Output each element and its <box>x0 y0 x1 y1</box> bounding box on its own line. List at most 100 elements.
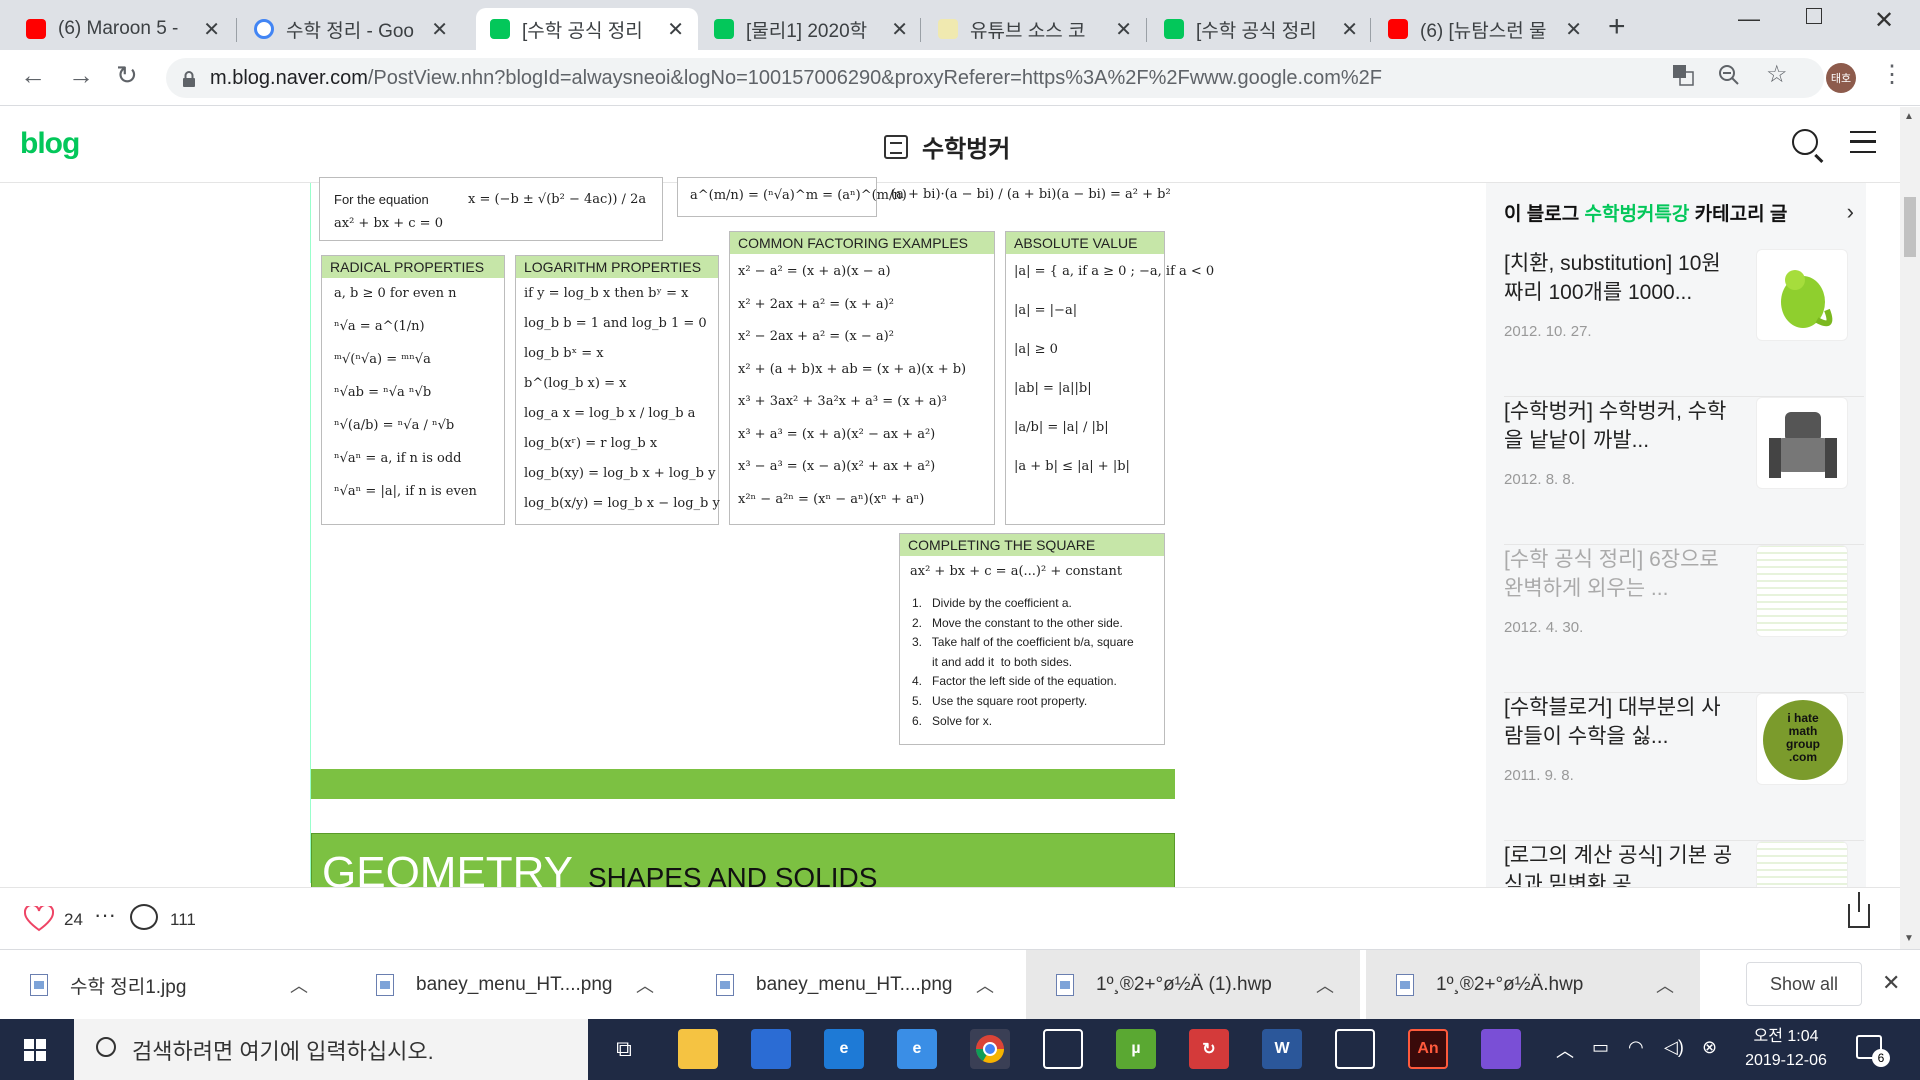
utorrent-icon[interactable]: µ <box>1116 1029 1156 1069</box>
tray-chevron-icon[interactable]: ︿ <box>1556 1037 1574 1063</box>
zoom-icon[interactable] <box>1718 64 1740 92</box>
new-tab-button[interactable]: + <box>1608 10 1626 44</box>
chrome-menu-icon[interactable]: ⋮ <box>1880 60 1904 89</box>
close-tab-icon[interactable]: ✕ <box>1115 17 1132 42</box>
address-bar[interactable]: m.blog.naver.com/PostView.nhn?blogId=alw… <box>166 58 1824 98</box>
log-line: b^(log_b x) = x <box>524 376 627 391</box>
volume-icon[interactable]: ◁) <box>1664 1037 1684 1058</box>
chevron-up-icon[interactable]: ︿ <box>1656 972 1674 998</box>
google-icon <box>254 19 274 39</box>
restore-button[interactable] <box>1806 8 1822 24</box>
more-dots-icon[interactable]: ··· <box>94 902 116 928</box>
close-tab-icon[interactable]: ✕ <box>431 17 448 42</box>
chameleon-thumb <box>1756 249 1848 341</box>
blog-title[interactable]: 수학벙커 <box>884 129 1010 164</box>
maps-pin-icon[interactable] <box>1481 1029 1521 1069</box>
mail-icon[interactable] <box>1043 1029 1083 1069</box>
close-shelf-icon[interactable]: ✕ <box>1882 970 1900 996</box>
tab-separator <box>236 18 237 42</box>
section-divider-bar <box>311 769 1175 799</box>
photos-icon[interactable] <box>1335 1029 1375 1069</box>
bookmark-star-icon[interactable]: ☆ <box>1766 60 1788 89</box>
wifi-icon[interactable]: ◠ <box>1628 1037 1644 1058</box>
share-icon[interactable] <box>1848 892 1870 928</box>
battery-icon[interactable]: ▭ <box>1592 1037 1609 1058</box>
translate-icon[interactable] <box>1672 64 1694 92</box>
tab-0[interactable]: (6) Maroon 5 - ✕ <box>12 8 234 50</box>
fact-line: x³ + a³ = (x + a)(x² − ax + a²) <box>738 426 936 442</box>
sync-icon[interactable]: ↻ <box>1189 1029 1229 1069</box>
chevron-up-icon[interactable]: ︿ <box>976 972 994 998</box>
search-icon <box>96 1037 116 1057</box>
sidebar-heading[interactable]: 이 블로그 수학벙커특강 카테고리 글 <box>1504 199 1787 226</box>
minimize-button[interactable]: — <box>1738 6 1760 32</box>
tab-3[interactable]: [물리1] 2020학 ✕ <box>700 8 922 50</box>
tab-6[interactable]: (6) [뉴탐스런 물 ✕ <box>1374 8 1596 50</box>
task-view-icon[interactable]: ⧉ <box>604 1029 644 1069</box>
fact-line: x² + 2ax + a² = (x + a)² <box>738 296 894 312</box>
page-scrollbar[interactable]: ▲ ▼ <box>1900 107 1920 949</box>
forward-button[interactable]: → <box>68 60 94 91</box>
scroll-down-arrow-icon[interactable]: ▼ <box>1904 933 1914 944</box>
download-item[interactable]: 1º¸®2+°ø½Ä (1).hwp ︿ <box>1026 950 1360 1020</box>
sidebar-post-item[interactable]: [수학 공식 정리] 6장으로 완벽하게 외우는 ... 2012. 4. 30. <box>1504 545 1864 693</box>
ihatemath-thumb: i hate math group .com <box>1756 693 1848 785</box>
tab-strip: (6) Maroon 5 - ✕ 수학 정리 - Goo ✕ [수학 공식 정리 ✕ [물리… <box>0 0 1920 50</box>
download-item[interactable]: 수학 정리1.jpg ︿ <box>0 950 334 1020</box>
chevron-up-icon[interactable]: ︿ <box>636 972 654 998</box>
close-tab-icon[interactable]: ✕ <box>203 17 220 42</box>
tab-5[interactable]: [수학 공식 정리 ✕ <box>1150 8 1372 50</box>
file-explorer-icon[interactable] <box>678 1029 718 1069</box>
download-item[interactable]: 1º¸®2+°ø½Ä.hwp ︿ <box>1366 950 1700 1020</box>
close-tab-icon[interactable]: ✕ <box>1565 17 1582 42</box>
internet-explorer-icon[interactable]: e <box>897 1029 937 1069</box>
network-off-icon[interactable]: ⊗ <box>1702 1037 1717 1058</box>
taskbar-search-box[interactable]: 검색하려면 여기에 입력하십시오. <box>74 1019 588 1080</box>
square-step: 2. Move the constant to the other side. <box>912 615 1123 630</box>
animate-icon[interactable]: An <box>1408 1029 1448 1069</box>
completing-square-header: COMPLETING THE SQUARE <box>900 534 1164 556</box>
reload-button[interactable]: ↻ <box>116 60 138 91</box>
log-line: log_b bˣ = x <box>524 346 604 361</box>
sidebar-post-item[interactable]: [수학벙커] 수학벙커, 수학을 낱낱이 까발... 2012. 8. 8. <box>1504 397 1864 545</box>
category-sidebar: 이 블로그 수학벙커특강 카테고리 글 › [치환, substitution]… <box>1486 183 1866 949</box>
close-tab-icon[interactable]: ✕ <box>667 17 684 42</box>
chrome-icon[interactable] <box>970 1029 1010 1069</box>
logarithm-properties-box: LOGARITHM PROPERTIES if y = log_b x then… <box>515 255 720 525</box>
download-item[interactable]: baney_menu_HT....png ︿ <box>346 950 680 1020</box>
tab-2[interactable]: [수학 공식 정리 ✕ <box>476 8 698 50</box>
show-all-button[interactable]: Show all <box>1746 962 1862 1006</box>
like-heart-icon[interactable] <box>23 903 55 932</box>
radical-properties-box: RADICAL PROPERTIES a, b ≥ 0 for even n ⁿ√… <box>321 255 505 525</box>
store-icon[interactable] <box>751 1029 791 1069</box>
window-close-button[interactable]: ✕ <box>1874 6 1894 35</box>
edge-icon[interactable]: e <box>824 1029 864 1069</box>
system-clock[interactable]: 오전 1:04 2019-12-06 <box>1738 1025 1834 1073</box>
scrollbar-thumb[interactable] <box>1904 197 1916 257</box>
factoring-box: COMMON FACTORING EXAMPLES x² − a² = (x +… <box>729 231 995 525</box>
chevron-right-icon[interactable]: › <box>1847 199 1854 225</box>
windows-start-icon[interactable] <box>24 1039 46 1061</box>
tab-1[interactable]: 수학 정리 - Goo ✕ <box>240 8 462 50</box>
close-tab-icon[interactable]: ✕ <box>891 17 908 42</box>
hamburger-menu-icon[interactable] <box>1850 131 1876 153</box>
close-tab-icon[interactable]: ✕ <box>1341 17 1358 42</box>
word-icon[interactable]: W <box>1262 1029 1302 1069</box>
chevron-up-icon[interactable]: ︿ <box>290 972 308 998</box>
search-icon[interactable] <box>1792 129 1818 155</box>
taskbar-search-placeholder: 검색하려면 여기에 입력하십시오. <box>132 1038 434 1064</box>
sidebar-post-item[interactable]: [치환, substitution] 10원짜리 100개를 1000... 20… <box>1504 249 1864 397</box>
sidebar-post-item[interactable]: [수학블로거] 대부분의 사람들이 수학을 싫... 2011. 9. 8. i h… <box>1504 693 1864 841</box>
sidebar-post-date: 2011. 9. 8. <box>1504 767 1574 784</box>
download-item[interactable]: baney_menu_HT....png ︿ <box>686 950 1020 1020</box>
radical-line: ⁿ√(a/b) = ⁿ√a / ⁿ√b <box>334 418 455 433</box>
chevron-up-icon[interactable]: ︿ <box>1316 972 1334 998</box>
profile-avatar[interactable]: 태호 <box>1826 63 1856 93</box>
back-button[interactable]: ← <box>20 60 46 91</box>
scroll-up-arrow-icon[interactable]: ▲ <box>1904 111 1914 122</box>
tab-4[interactable]: 유튜브 소스 코 ✕ <box>924 8 1146 50</box>
blog-logo[interactable]: blog <box>20 127 80 161</box>
animate-glyph: An <box>1417 1040 1439 1057</box>
comment-icon[interactable] <box>130 904 158 930</box>
lock-icon <box>182 70 196 87</box>
